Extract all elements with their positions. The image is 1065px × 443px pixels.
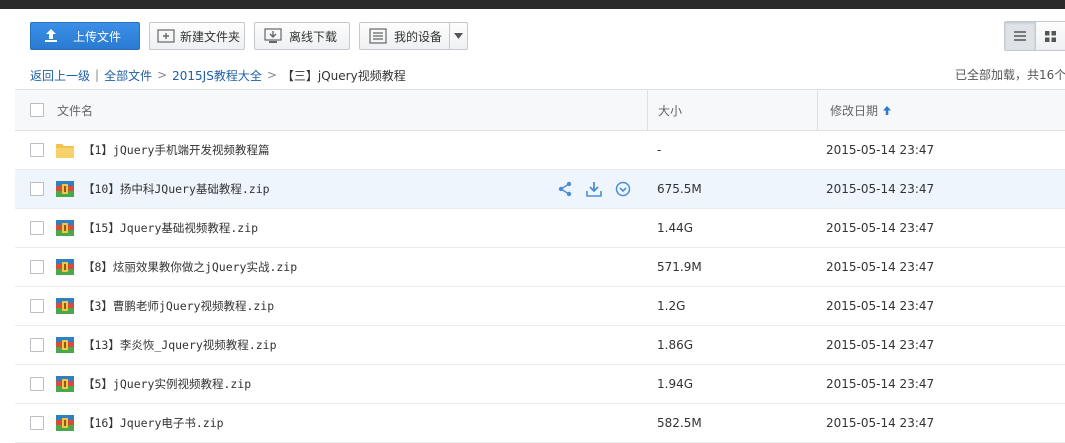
table-row[interactable]: 【5】jQuery实例视频教程.zip 1.94G 2015-05-14 23:47: [15, 365, 1065, 404]
row-actions: [555, 180, 633, 198]
table-header: 文件名 大小 修改日期: [15, 89, 1065, 131]
breadcrumb-current: 【三】jQuery视频教程: [281, 68, 406, 83]
my-devices-button-label: 我的设备: [394, 29, 443, 44]
file-table: 文件名 大小 修改日期 【1】jQuery手机端开发视频教程篇 - 2015-05-…: [15, 89, 1065, 443]
zip-file-icon: [56, 404, 74, 442]
file-modified-date: 2015-05-14 23:47: [826, 377, 935, 391]
row-checkbox[interactable]: [30, 287, 44, 325]
table-row[interactable]: 【13】李炎恢_Jquery视频教程.zip 1.86G 2015-05-14 23…: [15, 326, 1065, 365]
file-modified-date: 2015-05-14 23:47: [826, 299, 935, 313]
row-checkbox[interactable]: [30, 131, 44, 169]
new-folder-button[interactable]: 新建文件夹: [149, 22, 245, 50]
breadcrumb-separator: >: [157, 68, 168, 82]
file-size: -: [657, 143, 662, 157]
select-all-checkbox[interactable]: [30, 90, 44, 130]
breadcrumb-separator: >: [266, 68, 277, 82]
file-size: 1.44G: [657, 221, 694, 235]
zip-file-icon: [56, 365, 74, 403]
file-size: 675.5M: [657, 182, 702, 196]
file-size: 1.86G: [657, 338, 694, 352]
column-header-size[interactable]: 大小: [658, 90, 682, 130]
folder-icon: [56, 131, 74, 169]
row-checkbox[interactable]: [30, 209, 44, 247]
file-name[interactable]: 【3】曹鹏老师jQuery视频教程.zip: [83, 287, 274, 325]
zip-file-icon: [56, 209, 74, 247]
breadcrumb-item-folder[interactable]: 2015JS教程大全: [172, 67, 262, 84]
column-divider: [647, 90, 648, 130]
file-name[interactable]: 【15】Jquery基础视频教程.zip: [83, 209, 258, 247]
file-name[interactable]: 【16】Jquery电子书.zip: [83, 404, 224, 442]
view-toggle: [1004, 21, 1065, 51]
column-divider: [817, 90, 818, 130]
table-row[interactable]: 【8】炫丽效果教你做之jQuery实战.zip 571.9M 2015-05-14 …: [15, 248, 1065, 287]
file-name[interactable]: 【5】jQuery实例视频教程.zip: [83, 365, 251, 403]
table-body: 【1】jQuery手机端开发视频教程篇 -2015-05-14 23:47 【10】…: [15, 131, 1065, 443]
download-icon[interactable]: [584, 180, 604, 198]
file-size: 1.2G: [657, 299, 686, 313]
table-row[interactable]: 【16】Jquery电子书.zip 582.5M 2015-05-14 23:47: [15, 404, 1065, 443]
folder-plus-icon: [156, 28, 176, 44]
file-size: 571.9M: [657, 260, 702, 274]
zip-file-icon: [56, 326, 74, 364]
back-link[interactable]: 返回上一级: [30, 67, 90, 84]
row-checkbox[interactable]: [30, 404, 44, 442]
file-size: 582.5M: [657, 416, 702, 430]
file-name[interactable]: 【10】扬中科JQuery基础教程.zip: [83, 170, 270, 208]
row-checkbox[interactable]: [30, 248, 44, 286]
column-header-modified-label: 修改日期: [830, 103, 879, 118]
row-checkbox[interactable]: [30, 365, 44, 403]
list-view-icon[interactable]: [1005, 22, 1035, 50]
file-name[interactable]: 【1】jQuery手机端开发视频教程篇: [83, 131, 269, 169]
my-devices-button[interactable]: 我的设备: [359, 22, 468, 50]
table-row[interactable]: 【10】扬中科JQuery基础教程.zip 675.5M 2015-05-14 23…: [15, 170, 1065, 209]
file-size: 1.94G: [657, 377, 694, 391]
zip-file-icon: [56, 287, 74, 325]
sort-up-icon: [883, 105, 892, 115]
upload-button-label: 上传文件: [73, 29, 122, 44]
upload-button[interactable]: 上传文件: [30, 22, 140, 50]
offline-download-button-label: 离线下载: [289, 29, 338, 44]
new-folder-button-label: 新建文件夹: [180, 29, 241, 44]
row-checkbox[interactable]: [30, 326, 44, 364]
more-icon[interactable]: [613, 180, 633, 198]
file-modified-date: 2015-05-14 23:47: [826, 182, 935, 196]
device-icon: [368, 28, 388, 44]
file-modified-date: 2015-05-14 23:47: [826, 143, 935, 157]
file-modified-date: 2015-05-14 23:47: [826, 260, 935, 274]
zip-file-icon: [56, 248, 74, 286]
file-name[interactable]: 【13】李炎恢_Jquery视频教程.zip: [83, 326, 277, 364]
column-header-name[interactable]: 文件名: [57, 90, 93, 130]
file-modified-date: 2015-05-14 23:47: [826, 338, 935, 352]
load-status: 已全部加载，共16个: [955, 68, 1065, 82]
table-row[interactable]: 【1】jQuery手机端开发视频教程篇 - 2015-05-14 23:47: [15, 131, 1065, 170]
download-box-icon: [263, 28, 283, 44]
breadcrumb: 返回上一级 | 全部文件 > 2015JS教程大全 > 【三】jQuery视频教…: [30, 66, 406, 84]
zip-file-icon: [56, 170, 74, 208]
top-dark-bar: [0, 0, 1065, 9]
file-modified-date: 2015-05-14 23:47: [826, 221, 935, 235]
breadcrumb-divider: |: [95, 68, 100, 82]
column-header-modified[interactable]: 修改日期: [830, 90, 892, 130]
share-icon[interactable]: [555, 180, 575, 198]
file-name[interactable]: 【8】炫丽效果教你做之jQuery实战.zip: [83, 248, 297, 286]
file-modified-date: 2015-05-14 23:47: [826, 416, 935, 430]
row-checkbox[interactable]: [30, 170, 44, 208]
upload-icon: [41, 28, 61, 44]
chevron-down-icon[interactable]: [449, 23, 467, 49]
grid-view-icon[interactable]: [1035, 22, 1065, 50]
breadcrumb-item-all-files[interactable]: 全部文件: [104, 67, 152, 84]
table-row[interactable]: 【15】Jquery基础视频教程.zip 1.44G 2015-05-14 23:4…: [15, 209, 1065, 248]
offline-download-button[interactable]: 离线下载: [254, 22, 350, 50]
toolbar: 上传文件 新建文件夹 离线下载 我的设备: [0, 9, 1065, 62]
table-row[interactable]: 【3】曹鹏老师jQuery视频教程.zip 1.2G 2015-05-14 23:4…: [15, 287, 1065, 326]
